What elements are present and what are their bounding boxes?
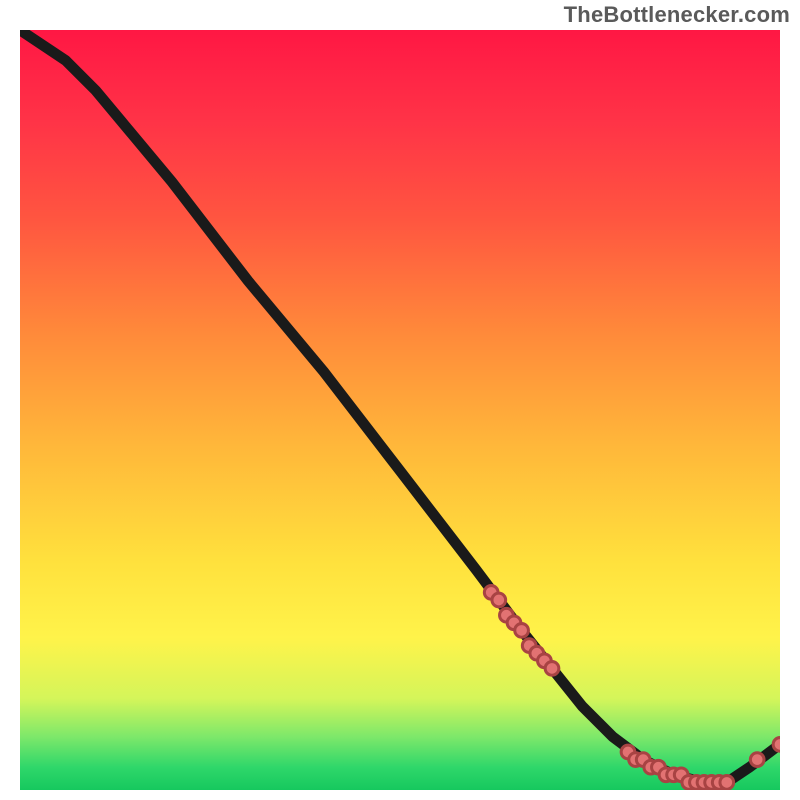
data-point [750, 753, 764, 767]
data-point [492, 593, 506, 607]
chart-root: TheBottlenecker.com [0, 0, 800, 800]
data-point [773, 738, 780, 752]
plot-svg [20, 30, 780, 790]
data-point [545, 662, 559, 676]
data-point-markers [484, 586, 780, 790]
bottleneck-curve [20, 30, 780, 782]
watermark-text: TheBottlenecker.com [564, 2, 790, 28]
data-point [720, 776, 734, 790]
data-point [515, 624, 529, 638]
